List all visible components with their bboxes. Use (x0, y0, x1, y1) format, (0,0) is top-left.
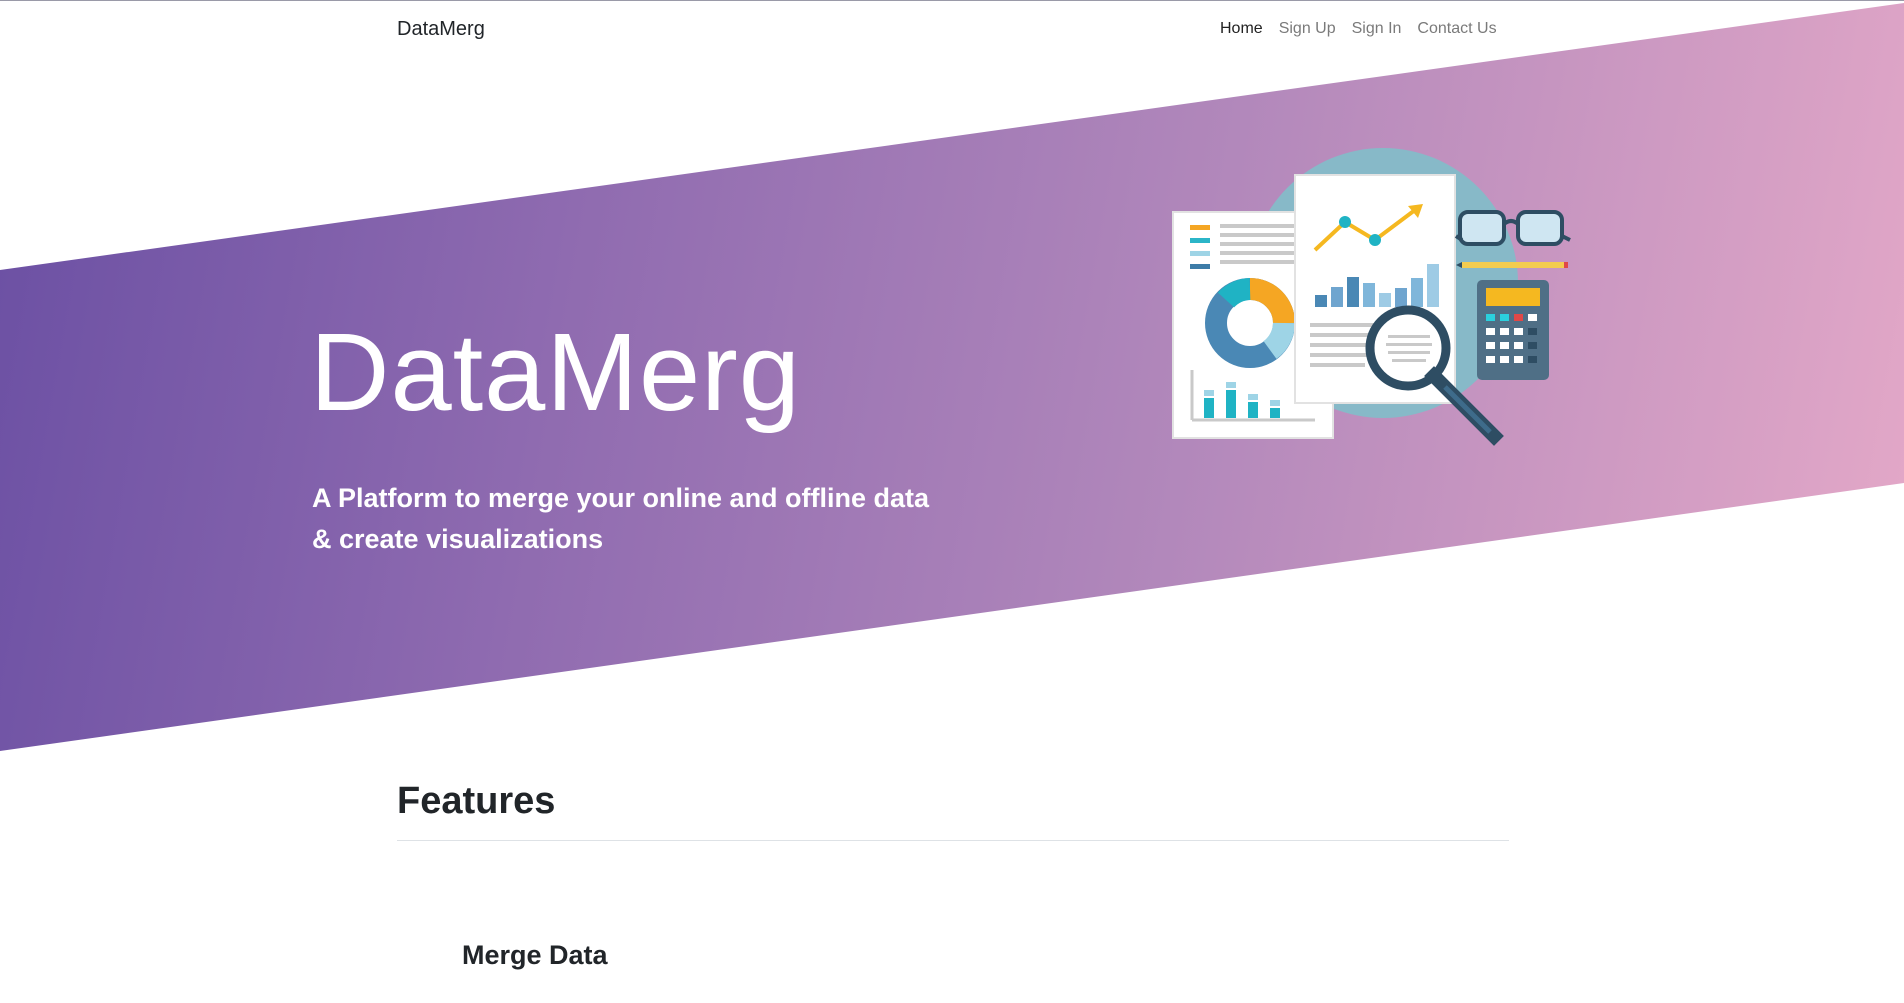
nav-links: Home Sign Up Sign In Contact Us (1220, 20, 1497, 38)
feature-title-merge-data: Merge Data (462, 940, 608, 970)
features-heading: Features (397, 780, 556, 822)
hero-subtitle-line-2: & create visualizations (312, 524, 604, 554)
nav-link-home[interactable]: Home (1220, 20, 1263, 38)
hero-subtitle-line-1: A Platform to merge your online and offl… (312, 483, 930, 513)
brand-link[interactable]: DataMerg (397, 18, 485, 41)
hero-subtitle: A Platform to merge your online and offl… (312, 478, 1012, 560)
nav-link-contact-us[interactable]: Contact Us (1417, 20, 1496, 38)
hero-title: DataMerg (310, 311, 801, 434)
page: DataMerg Home Sign Up Sign In Contact Us… (0, 0, 1904, 1003)
hero-background-band (0, 3, 1904, 751)
features-divider (397, 840, 1509, 841)
nav-link-sign-up[interactable]: Sign Up (1279, 20, 1336, 38)
glasses-icon (1454, 210, 1571, 246)
analytics-illustration (1160, 140, 1580, 450)
calculator-icon (1477, 280, 1549, 380)
nav-link-sign-in[interactable]: Sign In (1352, 20, 1402, 38)
pencil-icon (1456, 262, 1568, 268)
navbar: DataMerg Home Sign Up Sign In Contact Us (0, 0, 1904, 60)
